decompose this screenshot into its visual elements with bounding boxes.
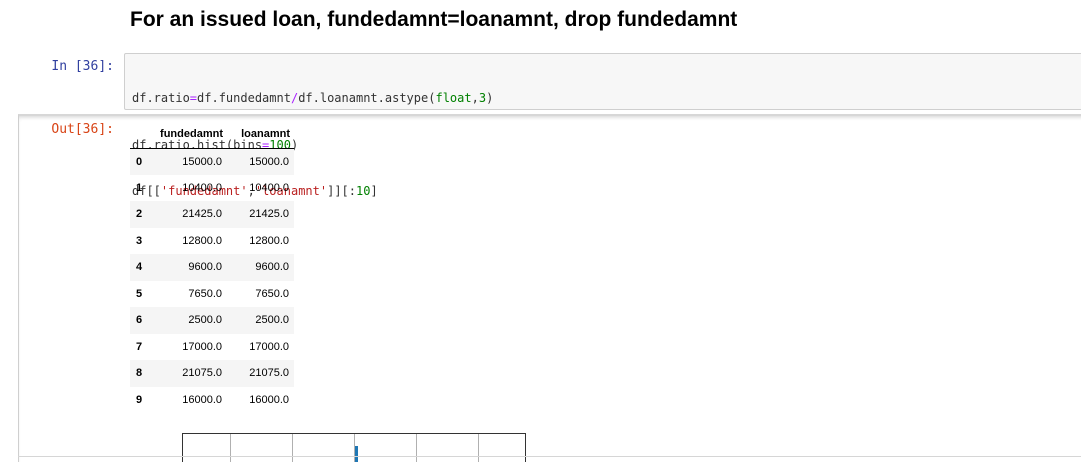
cell-loanamnt: 21425.0 xyxy=(249,208,289,221)
row-index: 4 xyxy=(136,261,143,274)
cell-loanamnt: 10400.0 xyxy=(249,181,289,194)
cell-loanamnt: 12800.0 xyxy=(249,234,289,247)
markdown-heading: For an issued loan, fundedamnt=loanamnt,… xyxy=(130,8,738,31)
table-row: 5 7650.0 7650.0 xyxy=(130,281,294,308)
cell-loanamnt: 15000.0 xyxy=(249,155,289,168)
table-row: 2 21425.0 21425.0 xyxy=(130,201,294,228)
output-prompt: Out[36]: xyxy=(51,122,114,137)
table-row: 6 2500.0 2500.0 xyxy=(130,307,294,334)
plot-gridline xyxy=(230,434,231,462)
row-index: 0 xyxy=(136,155,143,168)
cell-fundedamnt: 12800.0 xyxy=(182,234,222,247)
cell-fundedamnt: 9600.0 xyxy=(188,261,222,274)
cell-bottom-border xyxy=(18,456,1081,457)
table-row: 8 21075.0 21075.0 xyxy=(130,360,294,387)
cell-loanamnt: 9600.0 xyxy=(255,261,289,274)
histogram-bar xyxy=(355,446,358,462)
table-header-row: fundedamnt loanamnt xyxy=(130,121,294,149)
cell-loanamnt: 7650.0 xyxy=(255,287,289,300)
plot-gridline xyxy=(292,434,293,462)
row-index: 9 xyxy=(136,393,143,406)
cell-fundedamnt: 7650.0 xyxy=(188,287,222,300)
code-editor[interactable]: df.ratio=df.fundedamnt/df.loanamnt.astyp… xyxy=(124,53,1081,198)
input-prompt: In [36]: xyxy=(51,59,114,74)
row-index: 1 xyxy=(136,181,143,194)
code-line-1: df.ratio=df.fundedamnt/df.loanamnt.astyp… xyxy=(132,91,494,105)
column-header-loanamnt: loanamnt xyxy=(227,121,294,149)
cell-loanamnt: 2500.0 xyxy=(255,314,289,327)
table-row: 4 9600.0 9600.0 xyxy=(130,254,294,281)
table-row: 0 15000.0 15000.0 xyxy=(130,148,294,175)
row-index: 8 xyxy=(136,367,143,380)
table-row: 7 17000.0 17000.0 xyxy=(130,334,294,361)
histogram-plot xyxy=(182,433,526,462)
row-index: 5 xyxy=(136,287,143,300)
row-index: 2 xyxy=(136,208,143,221)
dataframe-table: fundedamnt loanamnt 0 15000.0 15000.0 1 … xyxy=(130,121,294,413)
cell-loanamnt: 17000.0 xyxy=(249,340,289,353)
row-index: 6 xyxy=(136,314,143,327)
cell-fundedamnt: 10400.0 xyxy=(182,181,222,194)
cell-loanamnt: 16000.0 xyxy=(249,393,289,406)
table-row: 1 10400.0 10400.0 xyxy=(130,175,294,202)
cell-fundedamnt: 2500.0 xyxy=(188,314,222,327)
column-header-index xyxy=(130,121,152,149)
plot-gridline xyxy=(416,434,417,462)
cell-fundedamnt: 17000.0 xyxy=(182,340,222,353)
cell-fundedamnt: 21075.0 xyxy=(182,367,222,380)
cell-fundedamnt: 21425.0 xyxy=(182,208,222,221)
plot-gridline xyxy=(478,434,479,462)
cell-loanamnt: 21075.0 xyxy=(249,367,289,380)
column-header-fundedamnt: fundedamnt xyxy=(152,121,227,149)
cell-fundedamnt: 15000.0 xyxy=(182,155,222,168)
table-row: 3 12800.0 12800.0 xyxy=(130,228,294,255)
row-index: 7 xyxy=(136,340,143,353)
cell-fundedamnt: 16000.0 xyxy=(182,393,222,406)
table-row: 9 16000.0 16000.0 xyxy=(130,387,294,414)
row-index: 3 xyxy=(136,234,143,247)
